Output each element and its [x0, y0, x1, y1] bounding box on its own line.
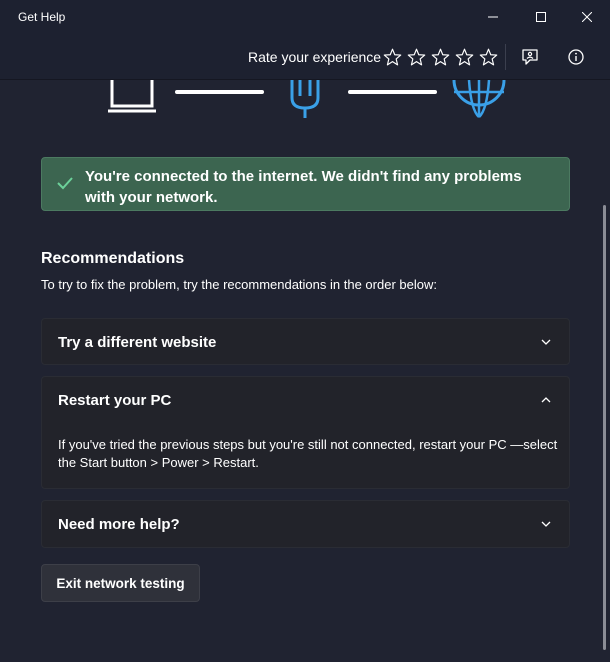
recommendation-restart-pc[interactable]: Restart your PC If you've tried the prev… [41, 376, 570, 489]
accordion-title: Need more help? [58, 516, 180, 533]
star-1-button[interactable] [380, 46, 404, 68]
star-outline-icon [479, 48, 497, 66]
info-icon [568, 49, 584, 65]
star-outline-icon [431, 48, 449, 66]
star-2-button[interactable] [404, 46, 428, 68]
network-diagram [0, 79, 610, 120]
connection-line-1 [175, 90, 264, 94]
status-message: You're connected to the internet. We did… [85, 168, 522, 206]
connection-status-banner: You're connected to the internet. We did… [41, 157, 570, 211]
chevron-up-icon[interactable] [539, 393, 553, 407]
accordion-body: If you've tried the previous steps but y… [58, 437, 558, 470]
router-icon [287, 80, 323, 125]
chevron-down-icon[interactable] [539, 335, 553, 349]
star-5-button[interactable] [476, 46, 500, 68]
star-outline-icon [383, 48, 401, 66]
rate-experience-label: Rate your experience [248, 49, 382, 65]
app-title: Get Help [18, 10, 66, 24]
minimize-icon [488, 16, 498, 18]
feedback-icon [522, 49, 538, 65]
close-icon [582, 12, 592, 22]
header-bar: Rate your experience [0, 34, 610, 80]
accordion-title: Try a different website [58, 334, 217, 351]
globe-icon [451, 79, 507, 125]
star-4-button[interactable] [452, 46, 476, 68]
accordion-title: Restart your PC [58, 392, 172, 409]
recommendation-try-different-website[interactable]: Try a different website [41, 318, 570, 365]
info-button[interactable] [560, 42, 592, 72]
header-divider [505, 44, 506, 70]
recommendation-need-more-help[interactable]: Need more help? [41, 500, 570, 548]
recommendations-description: To try to fix the problem, try the recom… [41, 277, 437, 292]
maximize-button[interactable] [518, 0, 564, 34]
close-button[interactable] [564, 0, 610, 34]
exit-network-testing-button[interactable]: Exit network testing [41, 564, 200, 602]
minimize-button[interactable] [470, 0, 516, 34]
connection-line-2 [348, 90, 437, 94]
star-outline-icon [407, 48, 425, 66]
star-rating[interactable] [380, 46, 500, 68]
checkmark-icon [57, 176, 73, 195]
star-outline-icon [455, 48, 473, 66]
star-3-button[interactable] [428, 46, 452, 68]
feedback-button[interactable] [514, 42, 546, 72]
recommendations-heading: Recommendations [41, 250, 185, 267]
maximize-icon [536, 12, 546, 22]
laptop-icon [106, 80, 158, 119]
vertical-scrollbar[interactable] [603, 205, 606, 650]
title-bar: Get Help [0, 0, 610, 34]
chevron-down-icon[interactable] [539, 517, 553, 531]
